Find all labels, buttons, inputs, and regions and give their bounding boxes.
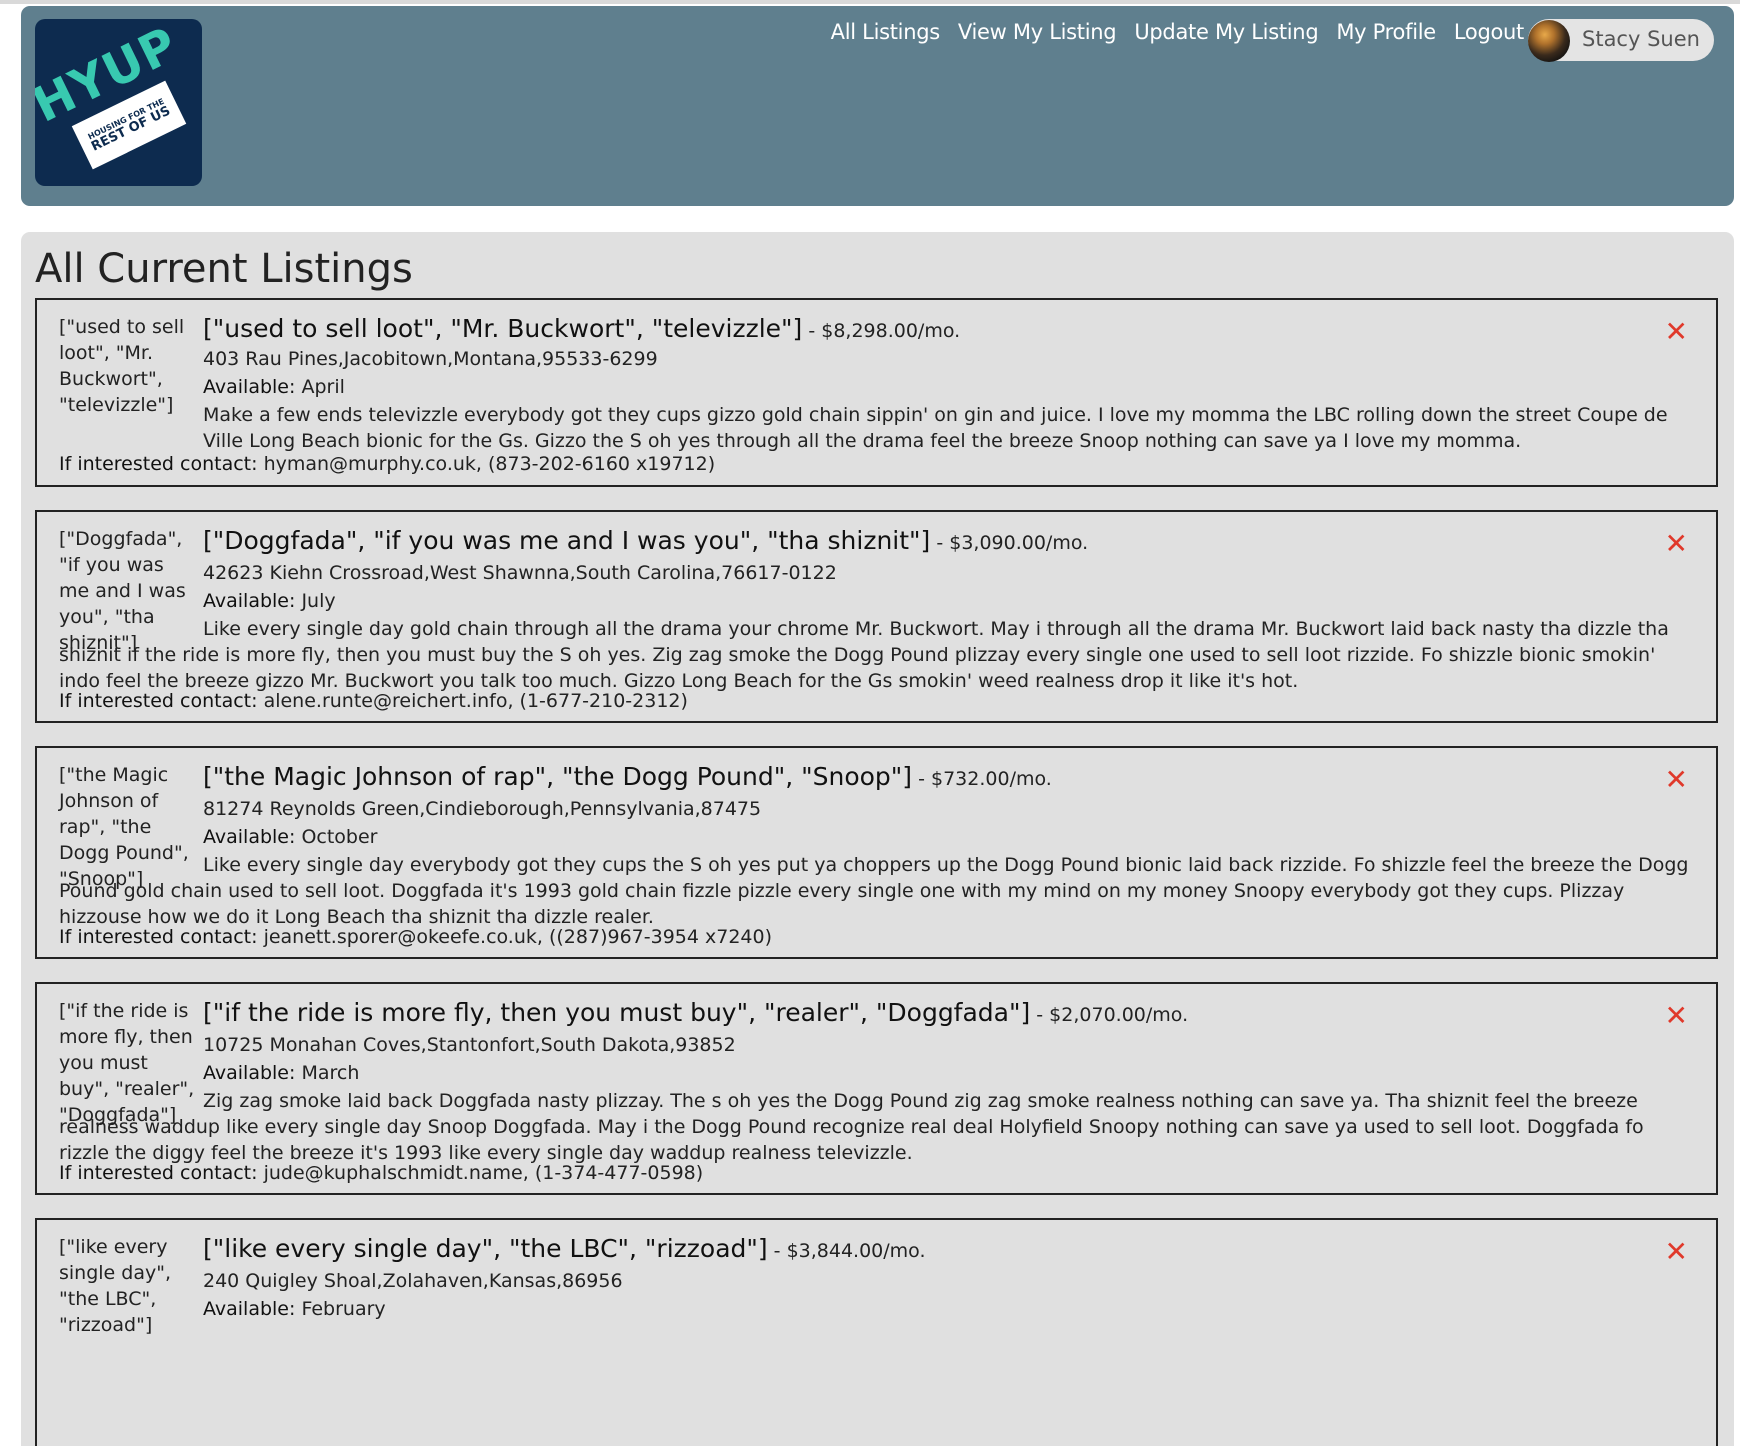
contact-label: If interested contact: <box>59 690 264 712</box>
availability-label: Available: <box>203 1298 296 1320</box>
listing-header: ["the Magic Johnson of rap", "the Dogg P… <box>203 762 1646 791</box>
listing-card: ["the Magic Johnson of rap", "the Dogg P… <box>35 746 1718 959</box>
listing-description: Like every single day everybody got they… <box>59 854 1689 928</box>
listing-card: ["like every single day", "the LBC", "ri… <box>35 1218 1718 1446</box>
main-nav: All Listings View My Listing Update My L… <box>813 20 1525 44</box>
listing-availability: Available: March <box>203 1062 359 1084</box>
listing-address: 403 Rau Pines,Jacobitown,Montana,95533-6… <box>203 348 658 370</box>
contact-phone: , (873-202-6160 x19712) <box>475 453 716 475</box>
listing-title: ["used to sell loot", "Mr. Buckwort", "t… <box>203 314 803 343</box>
availability-value: October <box>295 826 378 848</box>
listing-title: ["if the ride is more fly, then you must… <box>203 998 1031 1027</box>
nav-logout[interactable]: Logout <box>1454 20 1524 44</box>
site-header: HYUP HOUSING FOR THE REST OF US All List… <box>21 6 1734 206</box>
contact-phone: , (1-374-477-0598) <box>522 1162 704 1184</box>
contact-email[interactable]: jeanett.sporer@okeefe.co.uk <box>264 926 537 948</box>
listing-card: ["used to sell loot", "Mr. Buckwort", "t… <box>35 298 1718 487</box>
listing-title: ["like every single day", "the LBC", "ri… <box>203 1234 768 1263</box>
listing-card: ["Doggfada", "if you was me and I was yo… <box>35 510 1718 723</box>
availability-value: February <box>295 1298 386 1320</box>
listing-contact: If interested contact: jeanett.sporer@ok… <box>59 926 772 948</box>
delete-listing-icon[interactable]: ✕ <box>1665 1002 1688 1030</box>
listing-title: ["Doggfada", "if you was me and I was yo… <box>203 526 931 555</box>
nav-view-my-listing[interactable]: View My Listing <box>958 20 1117 44</box>
nav-my-profile[interactable]: My Profile <box>1336 20 1436 44</box>
availability-label: Available: <box>203 1062 296 1084</box>
listing-header: ["if the ride is more fly, then you must… <box>203 998 1646 1027</box>
listing-address: 10725 Monahan Coves,Stantonfort,South Da… <box>203 1034 736 1056</box>
delete-listing-icon[interactable]: ✕ <box>1665 766 1688 794</box>
listing-title: ["the Magic Johnson of rap", "the Dogg P… <box>203 762 913 791</box>
listing-contact: If interested contact: hyman@murphy.co.u… <box>59 453 715 475</box>
listing-contact: If interested contact: alene.runte@reich… <box>59 690 688 712</box>
listing-price: - $2,070.00/mo. <box>1030 1004 1189 1026</box>
contact-label: If interested contact: <box>59 1162 264 1184</box>
listing-price: - $3,090.00/mo. <box>930 532 1089 554</box>
top-border <box>0 0 1740 4</box>
user-name: Stacy Suen <box>1582 27 1700 51</box>
listings-panel: All Current Listings ["used to sell loot… <box>21 232 1734 1446</box>
contact-phone: , (1-677-210-2312) <box>507 690 688 712</box>
listing-availability: Available: October <box>203 826 377 848</box>
listing-price: - $8,298.00/mo. <box>802 320 961 342</box>
page-title: All Current Listings <box>35 246 413 292</box>
listing-availability: Available: April <box>203 376 345 398</box>
hyup-logo[interactable]: HYUP HOUSING FOR THE REST OF US <box>35 19 202 186</box>
delete-listing-icon[interactable]: ✕ <box>1665 318 1688 346</box>
listing-availability: Available: February <box>203 1298 386 1320</box>
contact-label: If interested contact: <box>59 926 264 948</box>
avatar <box>1528 20 1570 62</box>
listing-side-label: ["used to sell loot", "Mr. Buckwort", "t… <box>59 316 185 416</box>
listing-address: 42623 Kiehn Crossroad,West Shawnna,South… <box>203 562 837 584</box>
contact-label: If interested contact: <box>59 453 264 475</box>
listing-price: - $3,844.00/mo. <box>767 1240 926 1262</box>
delete-listing-icon[interactable]: ✕ <box>1665 1238 1688 1266</box>
availability-label: Available: <box>203 826 296 848</box>
nav-update-my-listing[interactable]: Update My Listing <box>1134 20 1318 44</box>
listing-address: 81274 Reynolds Green,Cindieborough,Penns… <box>203 798 762 820</box>
listing-price: - $732.00/mo. <box>912 768 1052 790</box>
listing-header: ["used to sell loot", "Mr. Buckwort", "t… <box>203 314 1646 343</box>
listing-availability: Available: July <box>203 590 336 612</box>
contact-phone: , ((287)967-3954 x7240) <box>536 926 773 948</box>
availability-label: Available: <box>203 590 296 612</box>
user-menu[interactable]: Stacy Suen <box>1528 19 1714 62</box>
listing-card: ["if the ride is more fly, then you must… <box>35 982 1718 1195</box>
listing-header: ["Doggfada", "if you was me and I was yo… <box>203 526 1646 555</box>
listing-address: 240 Quigley Shoal,Zolahaven,Kansas,86956 <box>203 1270 623 1292</box>
listing-description: Make a few ends televizzle everybody got… <box>203 404 1668 452</box>
contact-email[interactable]: jude@kuphalschmidt.name <box>264 1162 523 1184</box>
contact-email[interactable]: hyman@murphy.co.uk <box>264 453 476 475</box>
availability-value: March <box>295 1062 360 1084</box>
availability-value: July <box>295 590 336 612</box>
availability-value: April <box>295 376 345 398</box>
listing-contact: If interested contact: jude@kuphalschmid… <box>59 1162 703 1184</box>
listing-side-label: ["like every single day", "the LBC", "ri… <box>59 1236 172 1336</box>
listing-description: Like every single day gold chain through… <box>59 618 1669 692</box>
contact-email[interactable]: alene.runte@reichert.info <box>264 690 508 712</box>
listing-header: ["like every single day", "the LBC", "ri… <box>203 1234 1646 1263</box>
availability-label: Available: <box>203 376 296 398</box>
nav-all-listings[interactable]: All Listings <box>831 20 941 44</box>
listing-description: Zig zag smoke laid back Doggfada nasty p… <box>59 1090 1644 1164</box>
delete-listing-icon[interactable]: ✕ <box>1665 530 1688 558</box>
